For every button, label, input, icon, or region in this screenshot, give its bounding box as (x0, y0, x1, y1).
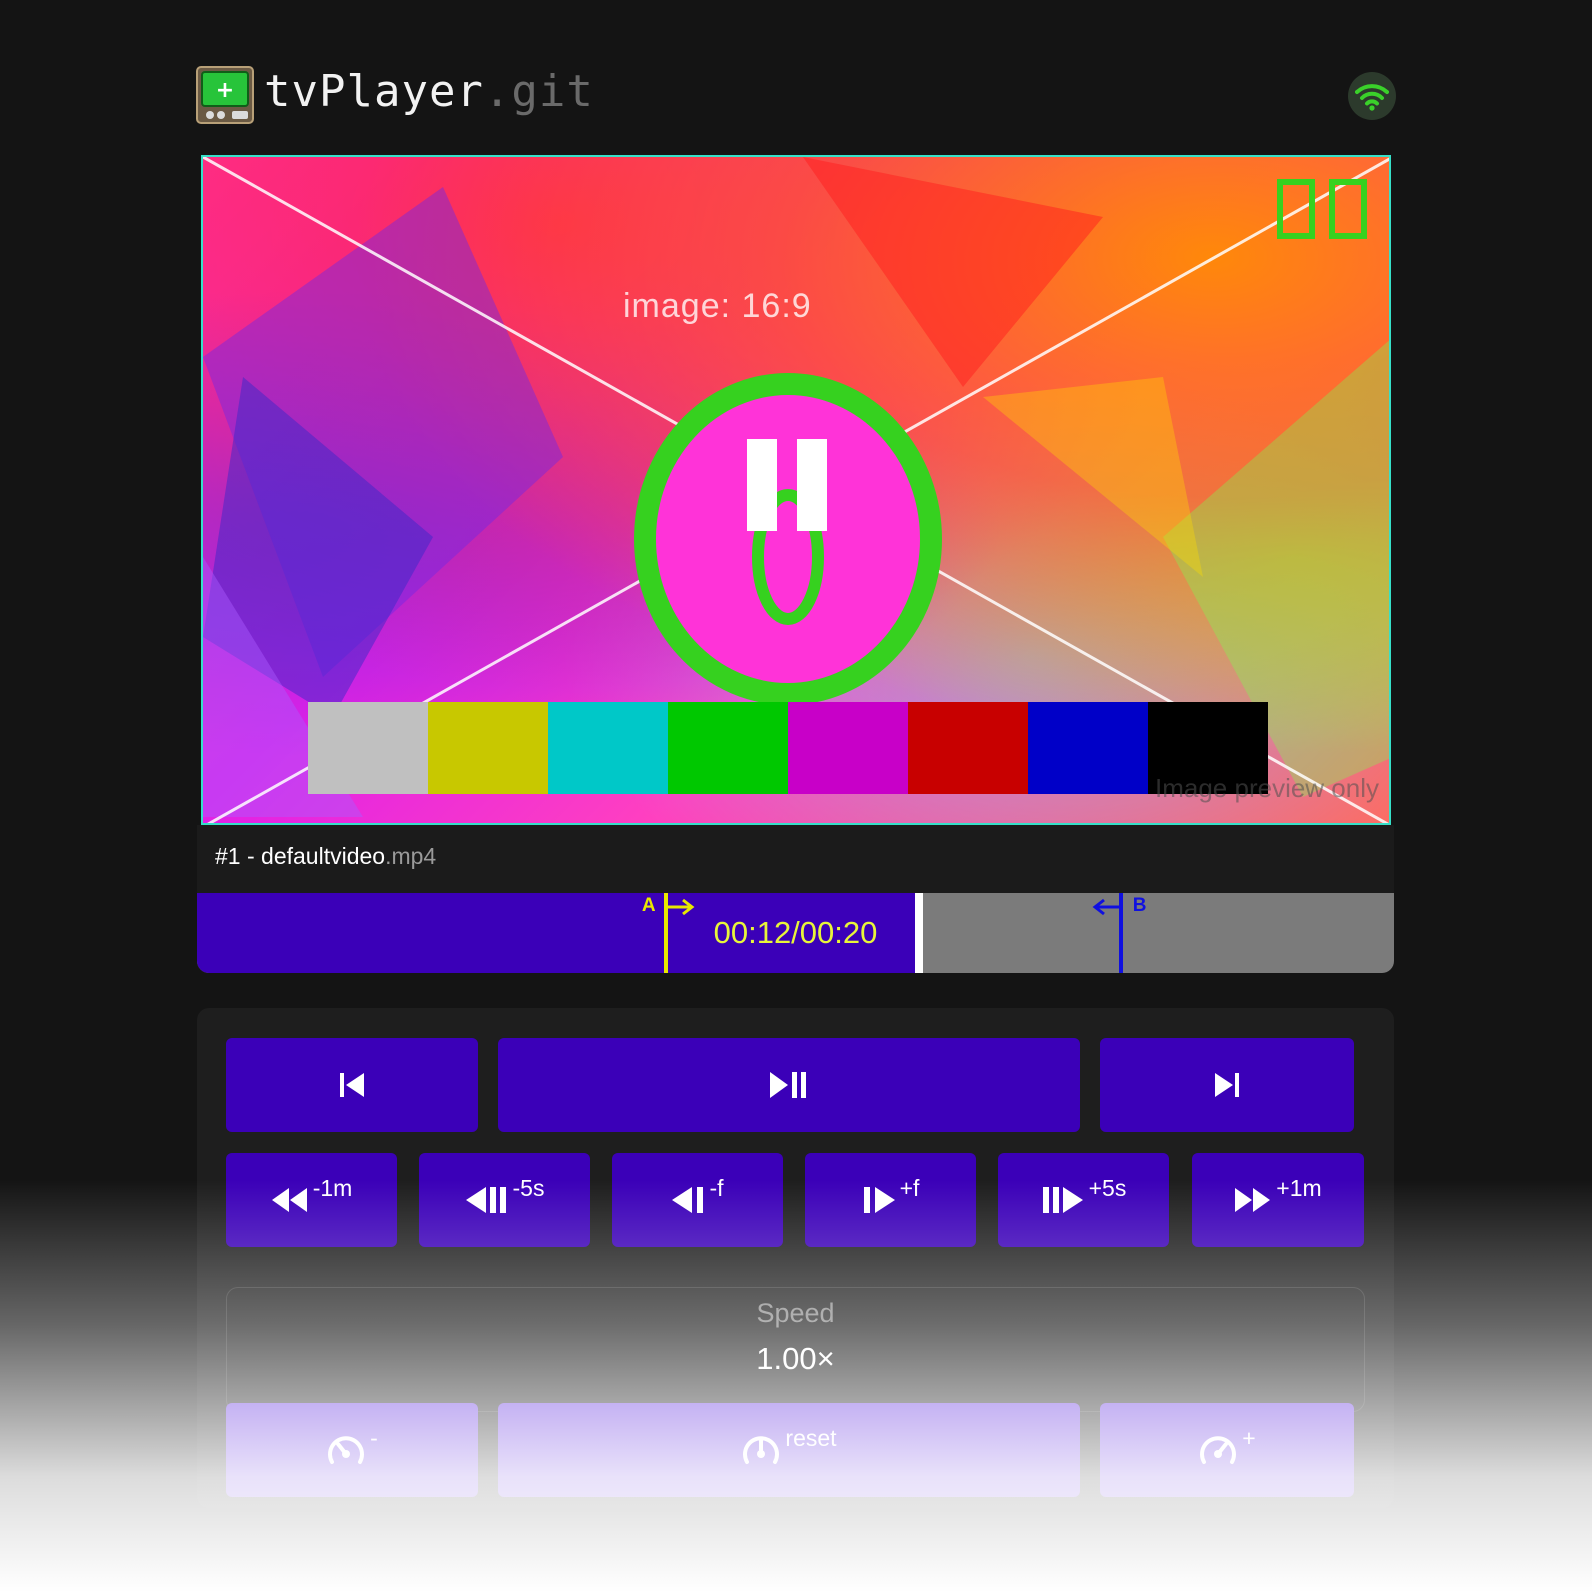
app-name: tvPlayer (264, 66, 484, 117)
speed-title: Speed (756, 1298, 835, 1328)
back-5s-button[interactable]: -5s (419, 1153, 590, 1247)
speedometer-up-icon (1200, 1436, 1237, 1464)
speedometer-down-icon (328, 1436, 365, 1464)
video-preview[interactable]: image: 16:9 Image preview only (201, 155, 1391, 825)
forward-5s-button[interactable]: +5s (998, 1153, 1169, 1247)
retro-tv-plus-icon: + (196, 66, 254, 124)
play-pause-button[interactable] (498, 1038, 1080, 1132)
controls-panel: -1m -5s -f +f +5s +1m Speed 1.00× - rese… (197, 1008, 1394, 1508)
play-pause-icon (770, 1072, 806, 1098)
svg-text:+: + (216, 78, 234, 103)
speed-increase-button[interactable]: + (1100, 1403, 1354, 1497)
step-forward-icon (1042, 1187, 1083, 1213)
speed-decrease-button[interactable]: - (226, 1403, 478, 1497)
next-button[interactable] (1100, 1038, 1354, 1132)
fast-forward-icon (1235, 1188, 1271, 1212)
speed-decrease-label: - (370, 1424, 378, 1451)
file-index: #1 - (215, 843, 262, 869)
preview-note: Image preview only (1155, 773, 1379, 803)
pause-icon (747, 439, 827, 531)
loop-marker-b-label: B (1132, 895, 1147, 916)
color-bar-5 (788, 702, 908, 794)
app-title: tvPlayer.git (264, 66, 594, 118)
speed-reset-button[interactable]: reset (498, 1403, 1080, 1497)
step-back-icon (465, 1187, 506, 1213)
file-name: defaultvideo (261, 843, 386, 869)
color-bar-7 (1028, 702, 1148, 794)
back-5s-label: -5s (512, 1174, 545, 1201)
arrow-left-icon (1092, 898, 1119, 916)
frame-back-icon (672, 1187, 704, 1213)
speed-increase-label: + (1242, 1424, 1256, 1451)
frame-back-label: -f (709, 1174, 724, 1201)
frame-back-button[interactable]: -f (612, 1153, 783, 1247)
wifi-icon (1355, 84, 1389, 111)
speed-value: 1.00× (756, 1341, 835, 1376)
rewind-1m-label: -1m (312, 1174, 353, 1201)
color-bar-4 (668, 702, 788, 794)
aspect-ratio-label: image: 16:9 (623, 287, 812, 325)
color-bars (308, 702, 1268, 794)
speedometer-reset-icon (743, 1436, 780, 1464)
app-name-suffix: .git (483, 66, 594, 117)
time-display: 00:12/00:20 (713, 915, 878, 950)
color-bar-2 (428, 702, 548, 794)
loop-marker-a-label: A (641, 895, 656, 916)
app-header: + tvPlayer.git (196, 64, 1396, 124)
arrow-right-icon (667, 898, 695, 916)
color-bar-3 (548, 702, 668, 794)
color-bar-1 (308, 702, 428, 794)
file-title: #1 - defaultvideo.mp4 (215, 843, 436, 870)
file-info-bar: #1 - defaultvideo.mp4 (197, 825, 1394, 893)
connection-status[interactable] (1348, 72, 1396, 120)
skip-next-icon (1215, 1073, 1239, 1097)
file-extension: .mp4 (385, 843, 437, 869)
fast-forward-1m-button[interactable]: +1m (1192, 1153, 1364, 1247)
rewind-1m-button[interactable]: -1m (226, 1153, 397, 1247)
skip-previous-icon (340, 1073, 364, 1097)
previous-button[interactable] (226, 1038, 478, 1132)
color-bar-6 (908, 702, 1028, 794)
fast-forward-1m-label: +1m (1276, 1174, 1322, 1201)
rewind-icon (271, 1188, 307, 1212)
frame-forward-icon (863, 1187, 895, 1213)
timeline-scrubber[interactable]: A B 00:12/00:20 (197, 893, 1394, 973)
speed-reset-label: reset (785, 1424, 837, 1451)
speed-panel: Speed 1.00× (226, 1287, 1365, 1412)
segment-counter (1277, 179, 1367, 239)
frame-forward-button[interactable]: +f (805, 1153, 976, 1247)
frame-forward-label: +f (899, 1174, 920, 1201)
forward-5s-label: +5s (1088, 1174, 1127, 1201)
